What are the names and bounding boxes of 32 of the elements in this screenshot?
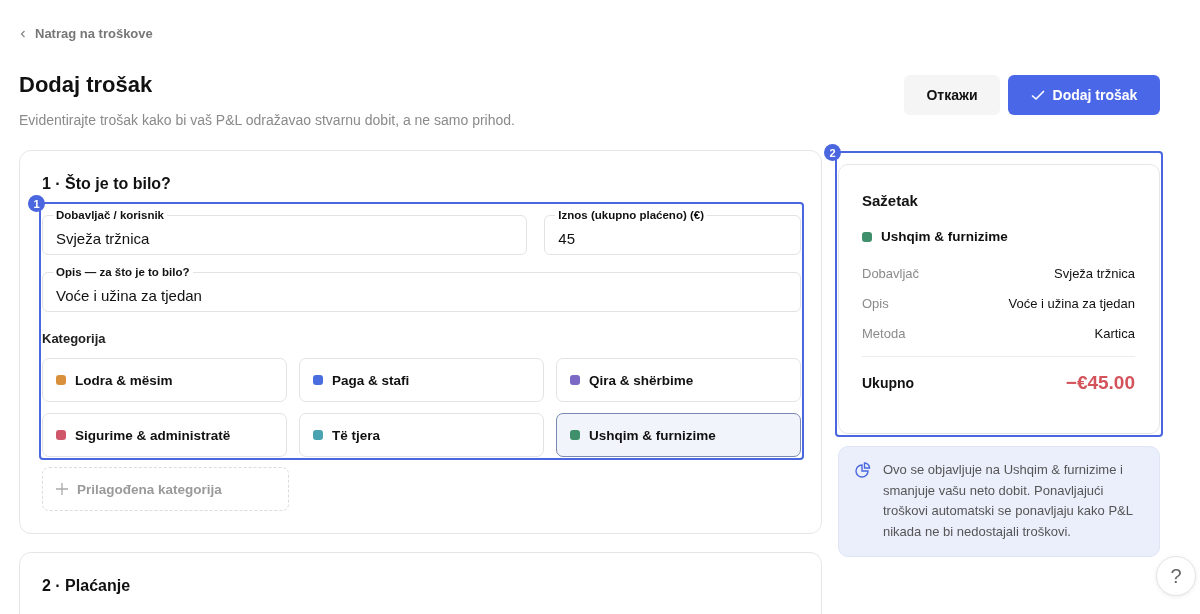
plus-icon (56, 483, 68, 495)
category-option[interactable]: Të tjera (299, 413, 544, 457)
summary-category: Ushqim & furnizime (881, 229, 1008, 244)
section-title: 2 · Plaćanje (42, 577, 131, 595)
back-link[interactable]: Natrag na troškove (19, 26, 153, 41)
help-button[interactable]: ? (1156, 556, 1196, 596)
category-option[interactable]: Ushqim & furnizime (556, 413, 801, 457)
add-expense-button[interactable]: Dodaj trošak (1008, 75, 1160, 115)
summary-title: Sažetak (862, 192, 918, 209)
summary-value: Voće i užina za tjedan (1008, 296, 1135, 311)
checkmark-icon (1030, 89, 1045, 101)
total-amount: −€45.00 (1065, 372, 1135, 394)
category-label: Kategorija (42, 331, 106, 346)
category-option[interactable]: Paga & stafi (299, 358, 544, 402)
cancel-button[interactable]: Откажи (904, 75, 1000, 115)
page-title: Dodaj trošak (19, 71, 153, 98)
info-text: Ovo se objavljuje na Ushqim & furnizime i smanjuje vašu neto dobit. Ponavljajući troškovi automatski se ponavljaju kako P&L nikada ne bi nedostajali troškovi. (883, 461, 1134, 541)
section-title: 1 · Što je to bilo? (42, 175, 171, 193)
summary-label: Dobavljač (862, 266, 920, 281)
pie-chart-icon (855, 462, 871, 478)
annotation-number-badge: 1 (28, 195, 45, 212)
total-label: Ukupno (862, 375, 915, 391)
category-option[interactable]: Qira & shërbime (556, 358, 801, 402)
category-option[interactable]: Sigurime & administratë (42, 413, 287, 457)
summary-value: Svježa tržnica (1054, 266, 1135, 281)
category-option[interactable]: Lodra & mësim (42, 358, 287, 402)
summary-label: Opis (862, 296, 889, 311)
summary-value: Kartica (1094, 326, 1135, 341)
annotation-number-badge: 2 (824, 144, 841, 161)
chevron-left-icon (19, 29, 27, 38)
page-subtitle: Evidentirajte trošak kako bi vaš P&L odražavao stvarnu dobit, a ne samo prihod. (19, 111, 515, 128)
summary-label: Metoda (862, 326, 906, 341)
